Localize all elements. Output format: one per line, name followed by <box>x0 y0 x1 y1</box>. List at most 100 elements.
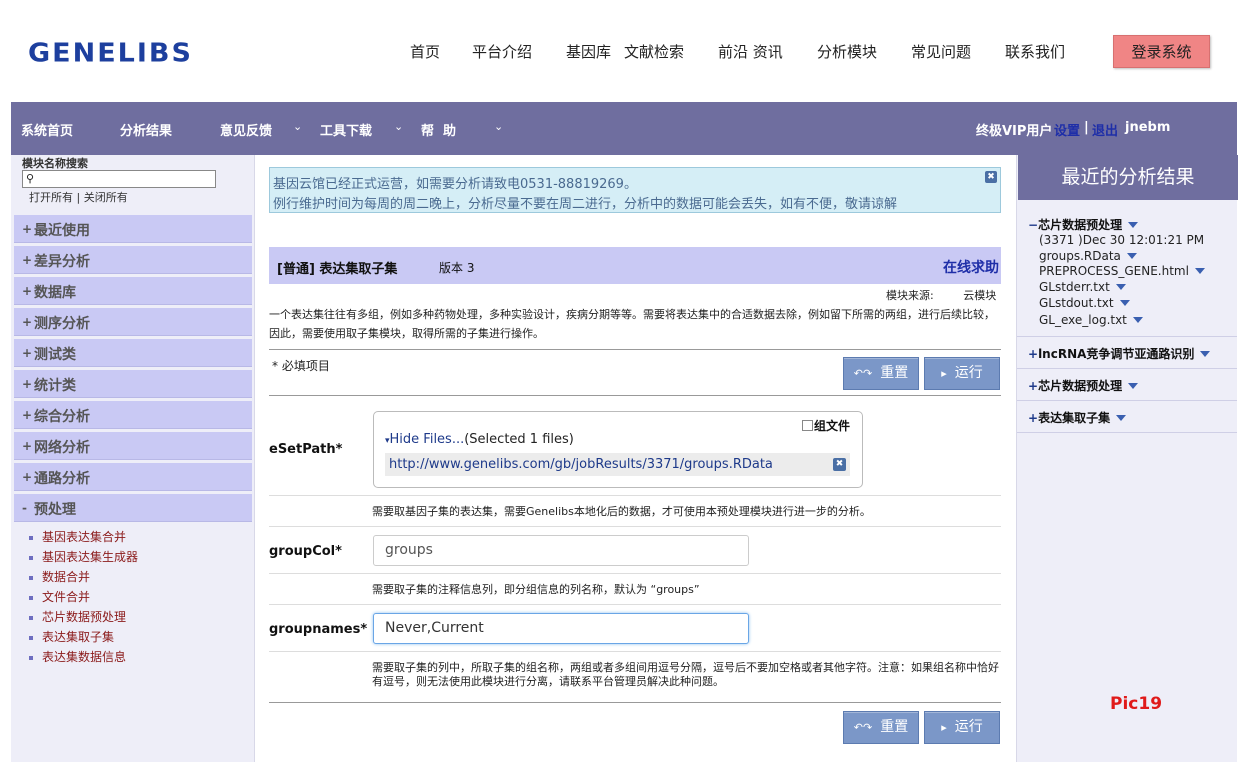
nav-platform-intro[interactable]: 平台介绍 <box>472 41 532 62</box>
run-button-top[interactable]: ▸ 运行 <box>924 357 1000 390</box>
recent-group-expr-subset[interactable]: +表达集取子集 <box>1028 409 1127 426</box>
menu-analysis-results[interactable]: 分析结果 <box>120 120 172 139</box>
subitem-data-merge[interactable]: 数据合并 <box>29 568 90 585</box>
category-sequencing[interactable]: + 测序分析 <box>14 308 252 336</box>
hide-files-toggle[interactable]: ▾Hide Files...(Selected 1 files) <box>385 432 574 447</box>
chevron-down-icon[interactable]: ⌄ <box>494 120 503 133</box>
annotation-label: Pic19 <box>1110 694 1163 714</box>
menu-system-home[interactable]: 系统首页 <box>21 120 73 139</box>
login-button[interactable]: 登录系统 <box>1113 35 1210 68</box>
category-differential[interactable]: + 差异分析 <box>14 246 252 274</box>
category-network[interactable]: + 网络分析 <box>14 432 252 460</box>
category-label: 最近使用 <box>34 223 90 239</box>
category-integrated[interactable]: + 综合分析 <box>14 401 252 429</box>
category-label: 网络分析 <box>34 440 90 456</box>
nav-frontier-news[interactable]: 前沿 资讯 <box>718 41 783 62</box>
category-preprocess[interactable]: - 预处理 <box>14 494 252 522</box>
module-source: 模块来源: 云模块 <box>886 287 996 303</box>
dropdown-arrow-icon[interactable] <box>1126 253 1137 259</box>
module-search-input[interactable]: ⚲ <box>22 170 216 188</box>
logout-link[interactable]: 退出 <box>1092 120 1118 139</box>
dropdown-arrow-icon[interactable] <box>1116 415 1127 421</box>
dropdown-arrow-icon[interactable] <box>1194 268 1205 274</box>
dropdown-arrow-icon[interactable] <box>1115 284 1126 290</box>
subitem-label: 芯片数据预处理 <box>42 610 127 624</box>
nav-contact[interactable]: 联系我们 <box>1005 41 1065 62</box>
reset-button-bottom[interactable]: ↶↷ 重置 <box>843 711 919 744</box>
nav-home[interactable]: 首页 <box>410 41 440 62</box>
nav-analysis-modules[interactable]: 分析模块 <box>817 41 877 62</box>
nav-literature-search[interactable]: 文献检索 <box>624 41 684 62</box>
dropdown-arrow-icon[interactable] <box>1119 300 1130 306</box>
subitem-expr-info[interactable]: 表达集数据信息 <box>29 648 126 665</box>
subitem-file-merge[interactable]: 文件合并 <box>29 588 90 605</box>
recent-file-item[interactable]: GLstderr.txt <box>1039 280 1126 294</box>
checkbox-icon[interactable] <box>801 420 813 431</box>
run-label: 运行 <box>954 365 983 381</box>
group-file-checkbox[interactable]: 组文件 <box>801 417 850 434</box>
dropdown-arrow-icon[interactable] <box>1200 351 1211 357</box>
menu-feedback[interactable]: 意见反馈 <box>220 120 272 139</box>
subitem-expr-merge[interactable]: 基因表达集合并 <box>29 528 126 545</box>
recent-group-lncrna[interactable]: +lncRNA竞争调节亚通路识别 <box>1028 345 1211 362</box>
expand-icon: + <box>22 284 33 298</box>
recent-file-item[interactable]: PREPROCESS_GENE.html <box>1039 264 1205 278</box>
recent-file-item[interactable]: GLstdout.txt <box>1039 296 1130 310</box>
chevron-down-icon[interactable]: ⌄ <box>394 120 403 133</box>
top-header: GENELIBS 首页 平台介绍 基因库 文献检索 前沿 资讯 分析模块 常见问… <box>0 0 1239 102</box>
subitem-expr-subset[interactable]: 表达集取子集 <box>29 628 114 645</box>
remove-file-icon[interactable]: ✖ <box>833 458 846 471</box>
category-label: 测试类 <box>34 347 76 363</box>
nav-faq[interactable]: 常见问题 <box>911 41 971 62</box>
open-all-link[interactable]: 打开所有 <box>29 191 73 204</box>
expand-icon: + <box>22 253 33 267</box>
subitem-chip-preprocess[interactable]: 芯片数据预处理 <box>29 608 126 625</box>
category-pathway[interactable]: + 通路分析 <box>14 463 252 491</box>
reset-button-top[interactable]: ↶↷ 重置 <box>843 357 919 390</box>
expand-icon: + <box>22 346 33 360</box>
recent-file-item[interactable]: GL_exe_log.txt <box>1039 313 1143 327</box>
divider <box>269 395 1001 396</box>
recent-file-name[interactable]: GLstdout.txt <box>1039 296 1114 310</box>
dropdown-arrow-icon[interactable] <box>1128 222 1139 228</box>
groupnames-input[interactable]: Never,Current <box>373 613 749 644</box>
menu-tool-download[interactable]: 工具下载 <box>320 120 372 139</box>
dropdown-arrow-icon[interactable] <box>1128 383 1139 389</box>
category-statistics[interactable]: + 统计类 <box>14 370 252 398</box>
recent-results-title: 最近的分析结果 <box>1018 155 1238 200</box>
run-button-bottom[interactable]: ▸ 运行 <box>924 711 1000 744</box>
dropdown-arrow-icon[interactable] <box>1132 317 1143 323</box>
settings-link[interactable]: 设置 <box>1054 120 1080 139</box>
groupcol-input[interactable]: groups <box>373 535 749 566</box>
chevron-down-icon[interactable]: ⌄ <box>293 120 302 133</box>
divider <box>269 526 1001 527</box>
recent-file-item[interactable]: groups.RData <box>1039 249 1137 263</box>
category-test[interactable]: + 测试类 <box>14 339 252 367</box>
groupcol-hint: 需要取子集的注释信息列，即分组信息的列名称，默认为 “groups” <box>372 583 700 596</box>
subitem-expr-generator[interactable]: 基因表达集生成器 <box>29 548 138 565</box>
module-header: [普通] 表达集取子集 版本 3 在线求助 <box>269 247 1001 284</box>
recent-group-chip-preprocess-expanded[interactable]: −芯片数据预处理 <box>1028 216 1139 233</box>
collapse-icon: - <box>22 501 27 515</box>
divider <box>1017 400 1237 401</box>
category-database[interactable]: + 数据库 <box>14 277 252 305</box>
nav-gene-library[interactable]: 基因库 <box>566 41 611 62</box>
recent-group-name: 芯片数据预处理 <box>1038 218 1123 232</box>
category-recent[interactable]: + 最近使用 <box>14 215 252 243</box>
recent-file-name[interactable]: groups.RData <box>1039 249 1121 263</box>
system-menubar: 系统首页 分析结果 意见反馈 ⌄ 工具下载 ⌄ 帮 助 ⌄ 终极VIP用户 设置… <box>11 102 1237 155</box>
recent-file-name[interactable]: PREPROCESS_GENE.html <box>1039 264 1189 278</box>
menu-help[interactable]: 帮 助 <box>421 120 456 139</box>
selected-file-url[interactable]: http://www.genelibs.com/gb/jobResults/33… <box>389 457 773 472</box>
recent-group-chip-preprocess[interactable]: +芯片数据预处理 <box>1028 377 1139 394</box>
hide-files-link[interactable]: Hide Files... <box>390 432 465 447</box>
category-label: 统计类 <box>34 378 76 394</box>
bullet-icon <box>29 535 33 540</box>
recent-file-name[interactable]: GLstderr.txt <box>1039 280 1110 294</box>
open-close-all: 打开所有 | 关闭所有 <box>29 189 128 205</box>
online-help-link[interactable]: 在线求助 <box>943 257 999 277</box>
divider <box>1017 368 1237 369</box>
recent-file-name[interactable]: GL_exe_log.txt <box>1039 313 1127 327</box>
close-icon[interactable]: ✖ <box>985 171 997 183</box>
close-all-link[interactable]: 关闭所有 <box>84 191 128 204</box>
